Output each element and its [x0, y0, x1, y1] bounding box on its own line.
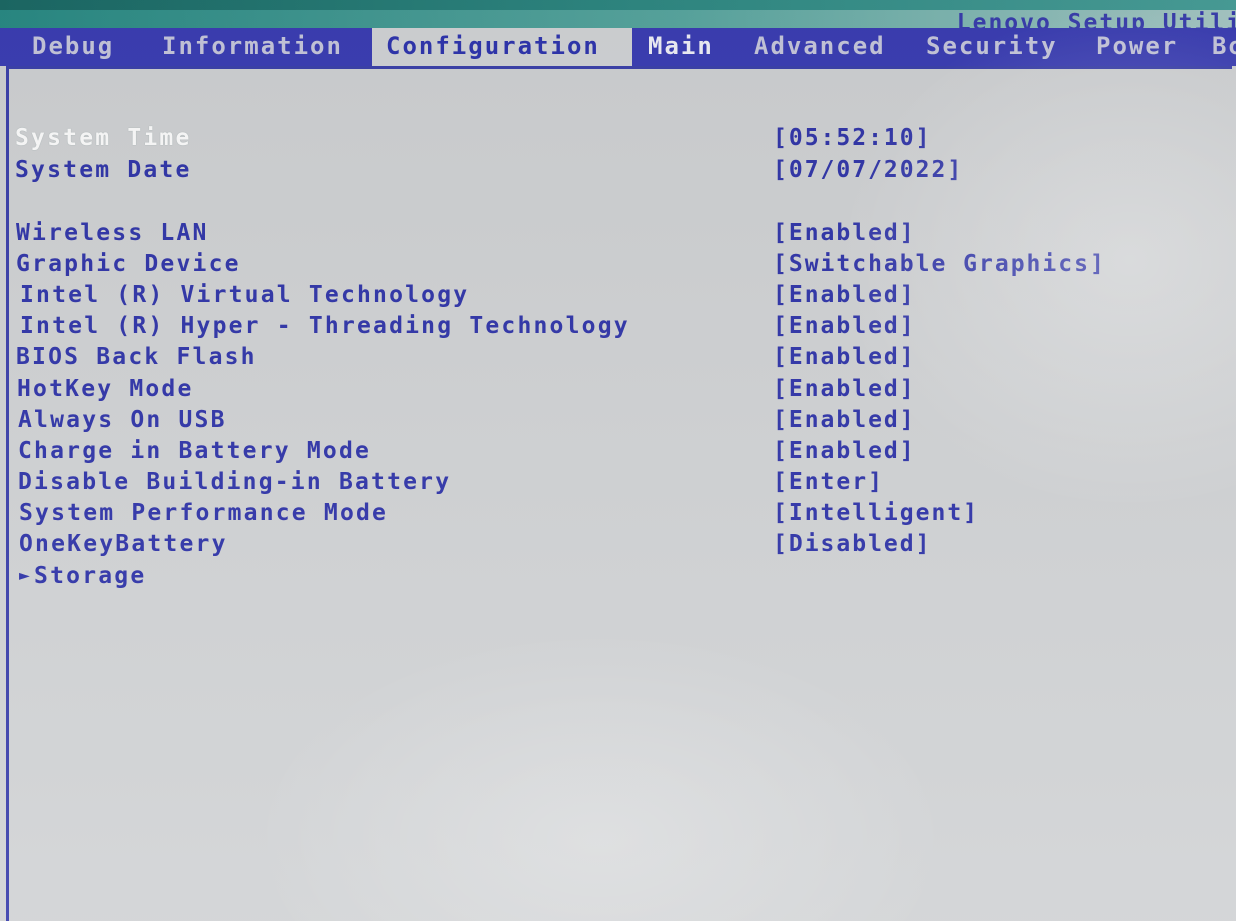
bios-screen: Lenovo Setup Utili Debug Information Con…: [0, 0, 1236, 921]
setting-row-always-on-usb[interactable]: Always On USB [Enabled]: [0, 407, 1236, 437]
setting-value[interactable]: [05:52:10]: [773, 125, 931, 151]
setting-row-system-date[interactable]: System Date [07/07/2022]: [0, 157, 1236, 187]
setting-label: System Date: [15, 157, 192, 183]
setting-label: System Performance Mode: [19, 500, 389, 526]
setting-label: Intel (R) Hyper - Threading Technology: [20, 313, 630, 339]
setting-row-onekeybattery[interactable]: OneKeyBattery [Disabled]: [0, 531, 1236, 561]
setting-value[interactable]: [Switchable Graphics]: [773, 251, 1106, 277]
setting-value[interactable]: [Enabled]: [773, 376, 916, 402]
setting-row-intel-virtual-technology[interactable]: Intel (R) Virtual Technology [Enabled]: [0, 282, 1236, 312]
setting-label: Charge in Battery Mode: [18, 438, 372, 464]
setting-label: HotKey Mode: [17, 376, 194, 402]
setting-row-system-time[interactable]: System Time [05:52:10]: [0, 125, 1236, 155]
setting-label: Disable Building-in Battery: [18, 469, 452, 495]
submenu-label: Storage: [34, 563, 147, 589]
setting-label: Graphic Device: [16, 251, 241, 277]
triangle-right-icon: ►: [19, 565, 33, 586]
setting-label: Always On USB: [18, 407, 227, 433]
setting-row-hotkey-mode[interactable]: HotKey Mode [Enabled]: [0, 376, 1236, 406]
submenu-label-group: ►Storage: [19, 563, 146, 589]
setting-value[interactable]: [Enter]: [773, 469, 884, 495]
setting-value[interactable]: [Enabled]: [773, 344, 916, 370]
setting-label: Intel (R) Virtual Technology: [20, 282, 470, 308]
setting-row-charge-in-battery-mode[interactable]: Charge in Battery Mode [Enabled]: [0, 438, 1236, 468]
setting-value[interactable]: [07/07/2022]: [773, 157, 963, 183]
setting-label: OneKeyBattery: [19, 531, 228, 557]
setting-row-disable-building-in-battery[interactable]: Disable Building-in Battery [Enter]: [0, 469, 1236, 499]
setting-value[interactable]: [Disabled]: [773, 531, 931, 557]
setting-label: System Time: [15, 125, 192, 151]
setting-row-wireless-lan[interactable]: Wireless LAN [Enabled]: [0, 220, 1236, 250]
settings-list: System Time [05:52:10] System Date [07/0…: [0, 0, 1236, 921]
setting-value[interactable]: [Enabled]: [773, 282, 916, 308]
setting-value[interactable]: [Intelligent]: [773, 500, 979, 526]
setting-row-system-performance-mode[interactable]: System Performance Mode [Intelligent]: [0, 500, 1236, 530]
setting-label: BIOS Back Flash: [16, 344, 257, 370]
setting-value[interactable]: [Enabled]: [773, 438, 916, 464]
setting-value[interactable]: [Enabled]: [773, 220, 916, 246]
setting-value[interactable]: [Enabled]: [773, 407, 916, 433]
setting-value[interactable]: [Enabled]: [773, 313, 916, 339]
setting-row-bios-back-flash[interactable]: BIOS Back Flash [Enabled]: [0, 344, 1236, 374]
setting-row-hyper-threading[interactable]: Intel (R) Hyper - Threading Technology […: [0, 313, 1236, 343]
submenu-storage[interactable]: ►Storage: [0, 563, 1236, 593]
setting-row-graphic-device[interactable]: Graphic Device [Switchable Graphics]: [0, 251, 1236, 281]
setting-label: Wireless LAN: [16, 220, 209, 246]
